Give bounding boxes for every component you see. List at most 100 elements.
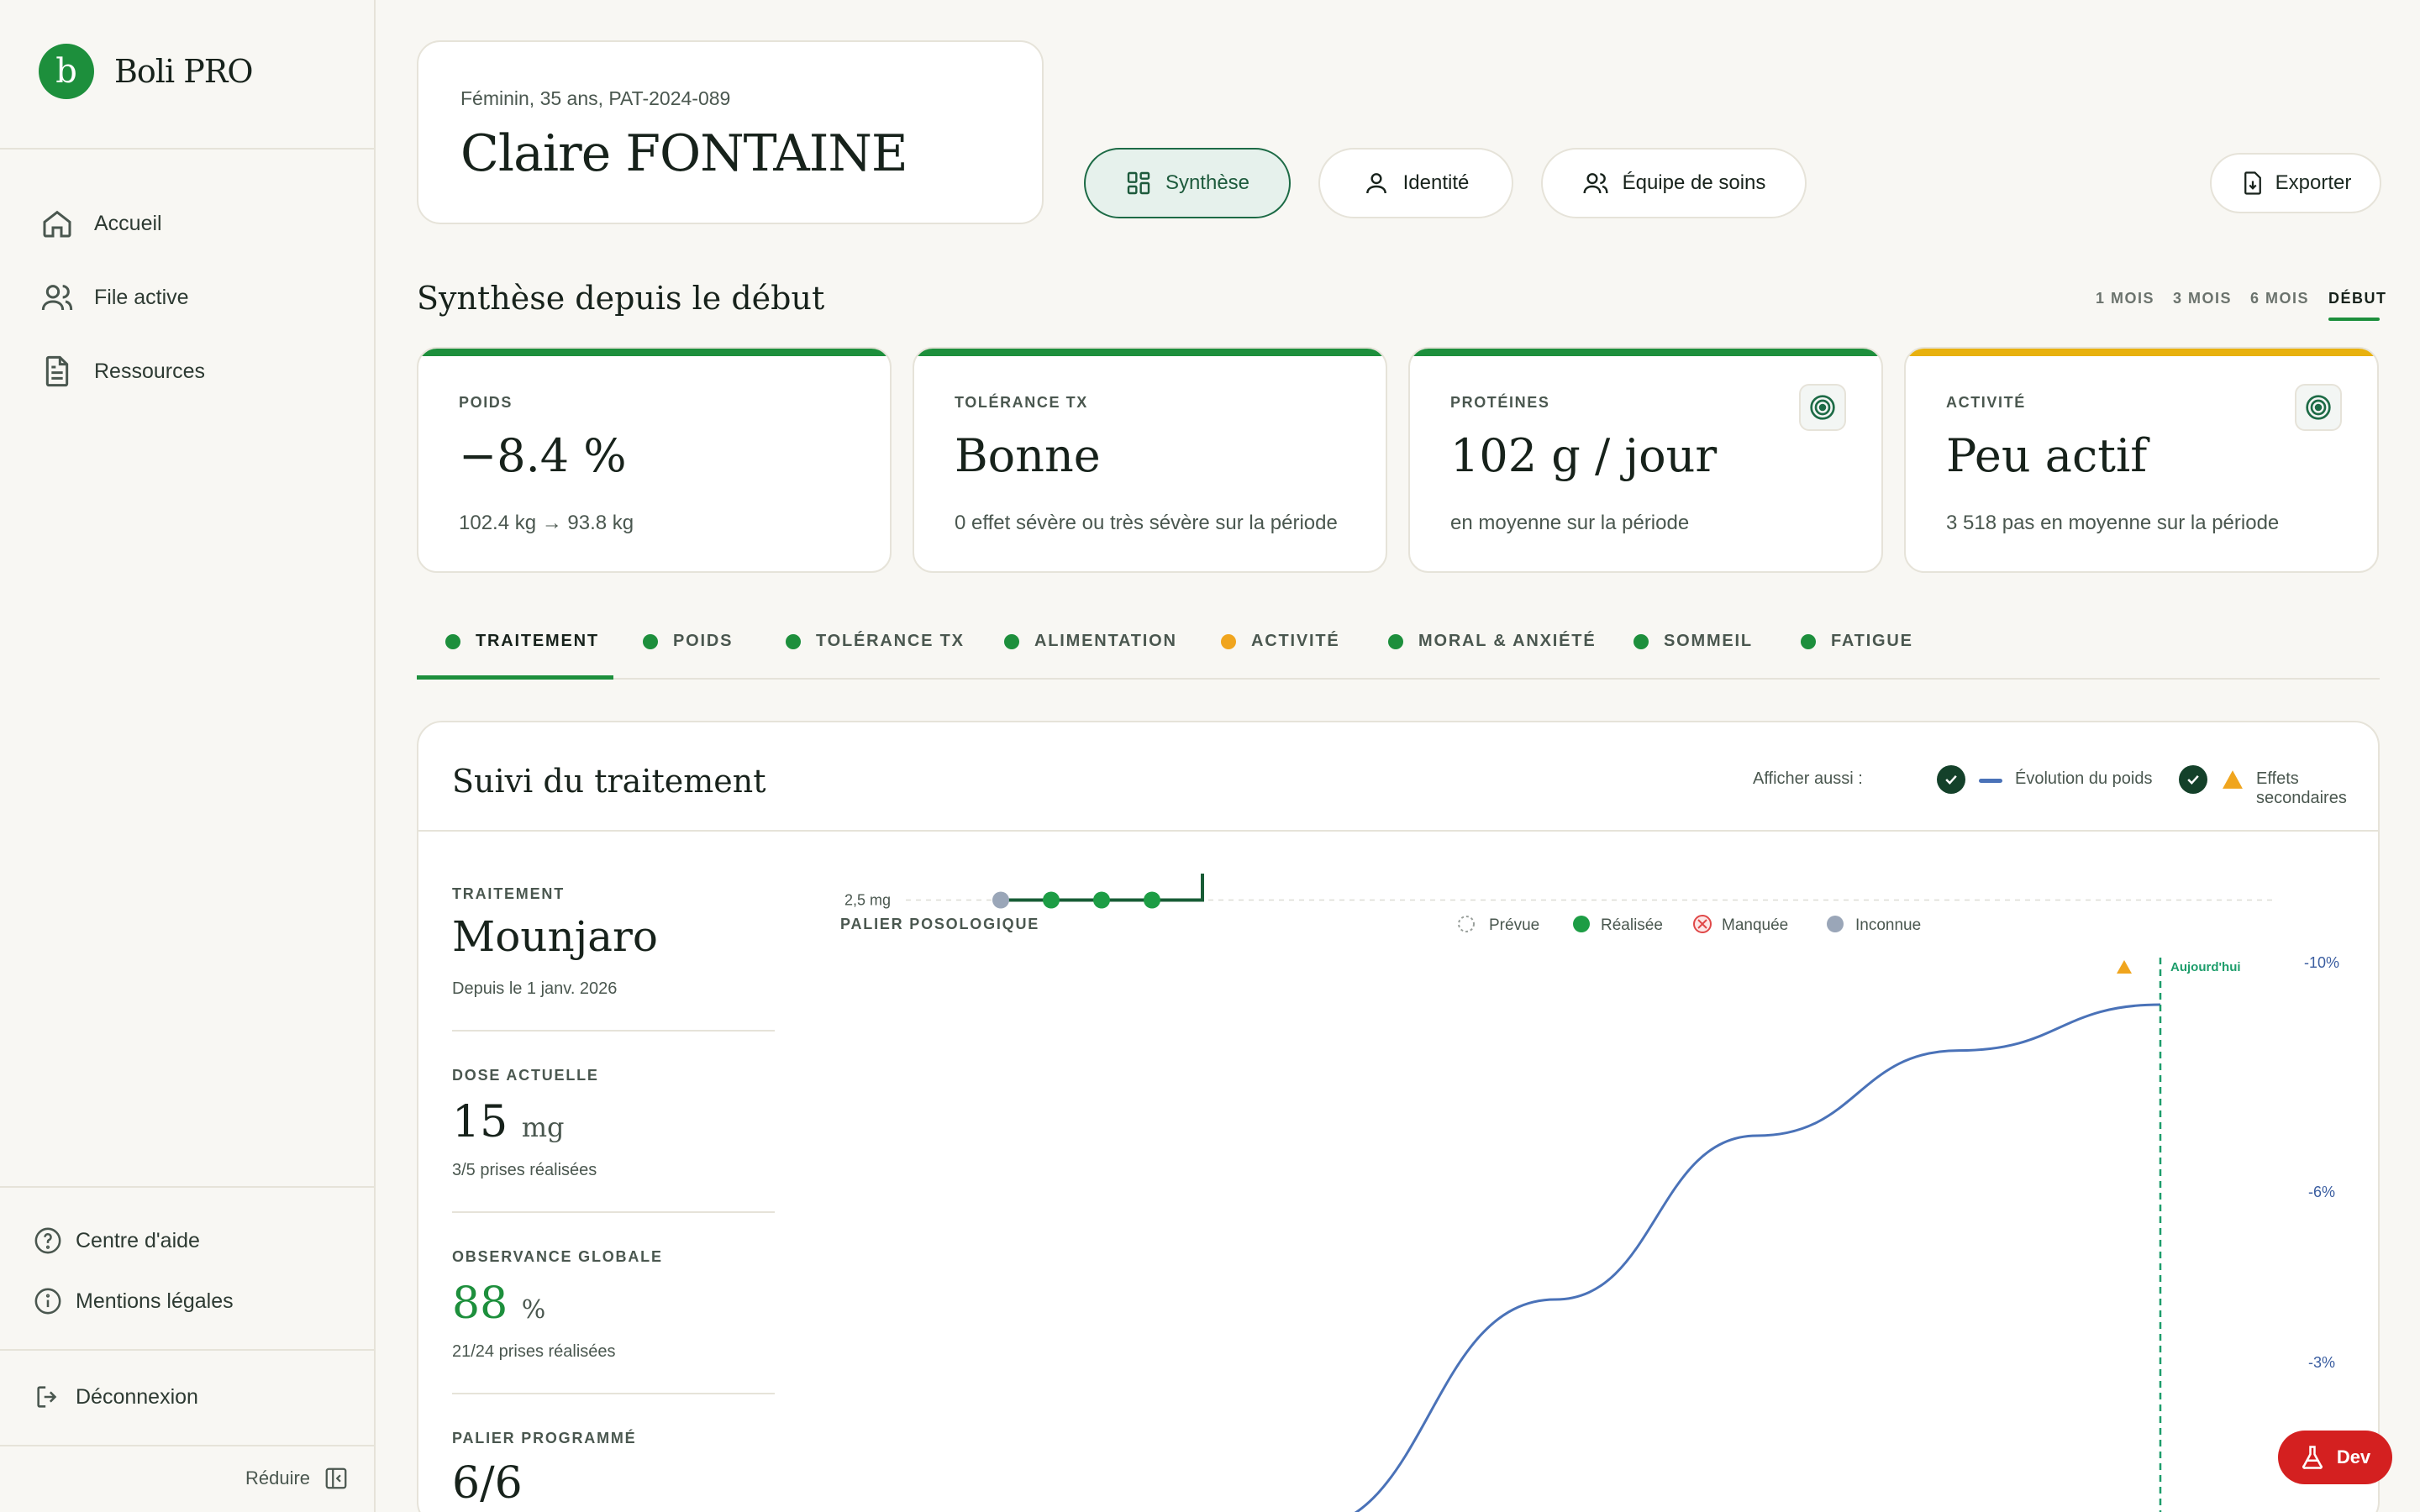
card-accent	[418, 349, 890, 356]
kpi-card-activite[interactable]: ACTIVITÉ Peu actif 3 518 pas en moyenne …	[1904, 347, 2379, 573]
adherence-label: OBSERVANCE GLOBALE	[452, 1248, 663, 1265]
help-center-link[interactable]: Centre d'aide	[34, 1226, 200, 1255]
tabs-divider	[417, 678, 2380, 680]
target-icon	[1810, 395, 1835, 420]
nav-item-accueil[interactable]: Accueil	[40, 207, 162, 240]
collapse-label: Réduire	[245, 1467, 311, 1488]
export-button[interactable]: Exporter	[2210, 153, 2381, 213]
tab-label: Équipe de soins	[1622, 171, 1766, 194]
category-tab-tolerance[interactable]: TOLÉRANCE TX	[786, 632, 965, 651]
toggle-weight-checkbox[interactable]	[1937, 765, 1965, 794]
period-6-mois[interactable]: 6 MOIS	[2250, 290, 2309, 307]
card-accent	[1906, 349, 2377, 356]
check-icon	[2187, 774, 2199, 785]
weight-line-swatch	[1979, 779, 2002, 783]
weight-axis-tick: -3%	[2308, 1354, 2335, 1371]
status-dot	[445, 633, 460, 649]
chart-title: PALIER POSOLOGIQUE	[840, 916, 1039, 932]
summary-title: Synthèse depuis le début	[417, 280, 825, 317]
card-label: TOLÉRANCE TX	[955, 394, 1088, 411]
category-tab-activite[interactable]: ACTIVITÉ	[1221, 632, 1340, 651]
weight-evolution-line	[1354, 1003, 2161, 1512]
nav-label: File active	[94, 285, 189, 309]
warning-icon	[2223, 770, 2243, 789]
kpi-card-proteines[interactable]: PROTÉINES 102 g / jour en moyenne sur la…	[1408, 347, 1883, 573]
show-also-label: Afficher aussi :	[1753, 769, 1863, 788]
user-icon	[1365, 173, 1386, 194]
legal-link[interactable]: Mentions légales	[34, 1287, 234, 1315]
today-label: Aujourd'hui	[2170, 960, 2241, 974]
flask-icon	[2302, 1446, 2323, 1469]
period-debut[interactable]: DÉBUT	[2328, 290, 2387, 307]
treatment-name: Mounjaro	[452, 912, 659, 961]
card-label: POIDS	[459, 394, 513, 411]
collapse-icon	[325, 1467, 347, 1489]
help-label: Centre d'aide	[76, 1228, 200, 1252]
target-icon	[2306, 395, 2331, 420]
side-effect-warning-icon	[2117, 960, 2132, 974]
weight-axis-tick: -6%	[2308, 1184, 2335, 1200]
collapse-sidebar-button[interactable]: Réduire	[245, 1466, 349, 1491]
export-icon	[2244, 171, 2261, 195]
dose-label: DOSE ACTUELLE	[452, 1067, 599, 1084]
treatment-since: Depuis le 1 janv. 2026	[452, 979, 618, 998]
info-icon	[34, 1288, 61, 1315]
card-sub: en moyenne sur la période	[1450, 512, 1690, 534]
category-label: SOMMEIL	[1664, 632, 1753, 650]
category-label: ALIMENTATION	[1034, 632, 1177, 650]
tab-synthese[interactable]: Synthèse	[1084, 148, 1291, 218]
goal-button[interactable]	[1799, 384, 1846, 431]
divider	[0, 148, 374, 150]
period-3-mois[interactable]: 3 MOIS	[2173, 290, 2232, 307]
card-sub: 102.4 kg → 93.8 kg	[459, 512, 634, 534]
help-icon	[34, 1227, 61, 1254]
logout-icon	[37, 1386, 57, 1408]
kpi-card-poids[interactable]: POIDS −8.4 % 102.4 kg → 93.8 kg	[417, 347, 892, 573]
status-dot	[1634, 633, 1649, 649]
category-label: TRAITEMENT	[476, 632, 599, 650]
toggle-effects-checkbox[interactable]	[2179, 765, 2207, 794]
nav-item-file-active[interactable]: File active	[40, 281, 189, 314]
divider	[452, 1393, 775, 1394]
dose-marker-done	[1144, 891, 1160, 909]
tab-label: Synthèse	[1165, 171, 1250, 194]
divider	[0, 1349, 374, 1351]
kpi-card-tolerance[interactable]: TOLÉRANCE TX Bonne 0 effet sévère ou trè…	[913, 347, 1387, 573]
category-tab-alimentation[interactable]: ALIMENTATION	[1004, 632, 1177, 651]
category-tab-moral[interactable]: MORAL & ANXIÉTÉ	[1388, 632, 1596, 651]
legend-planned-marker	[1458, 916, 1475, 932]
tab-active-indicator	[417, 675, 613, 680]
logo-mark: b	[39, 44, 94, 99]
card-value: 102 g / jour	[1450, 429, 1718, 482]
card-sub: 0 effet sévère ou très sévère sur la pér…	[955, 512, 1338, 534]
category-label: FATIGUE	[1831, 632, 1913, 650]
period-1-mois[interactable]: 1 MOIS	[2096, 290, 2154, 307]
legend-done-marker	[1573, 916, 1590, 932]
goal-button[interactable]	[2295, 384, 2342, 431]
legend-missed-label: Manquée	[1722, 916, 1788, 934]
card-accent	[1410, 349, 1881, 356]
category-tab-poids[interactable]: POIDS	[643, 632, 733, 651]
tab-equipe-de-soins[interactable]: Équipe de soins	[1541, 148, 1807, 218]
dose-marker-unknown	[992, 891, 1009, 909]
category-tab-sommeil[interactable]: SOMMEIL	[1634, 632, 1753, 651]
dosage-step-line	[1001, 874, 1204, 902]
logout-button[interactable]: Déconnexion	[34, 1383, 198, 1411]
dose-unit: mg	[521, 1111, 565, 1143]
tab-identite[interactable]: Identité	[1318, 148, 1513, 218]
adherence-value: 88	[452, 1278, 508, 1329]
logo[interactable]: b Boli PRO	[39, 44, 254, 99]
status-dot	[1801, 633, 1816, 649]
nav-item-ressources[interactable]: Ressources	[40, 354, 205, 388]
grid-icon	[1127, 171, 1150, 195]
dev-button[interactable]: Dev	[2278, 1431, 2392, 1484]
status-dot	[643, 633, 658, 649]
category-tab-fatigue[interactable]: FATIGUE	[1801, 632, 1913, 651]
category-label: ACTIVITÉ	[1251, 632, 1340, 650]
dose-sub: 3/5 prises réalisées	[452, 1161, 597, 1179]
card-value: Peu actif	[1946, 429, 2148, 482]
category-label: TOLÉRANCE TX	[816, 632, 965, 650]
card-value: Bonne	[955, 429, 1101, 482]
sidebar: b Boli PRO Accueil File active Ressource…	[0, 0, 376, 1512]
category-tab-traitement[interactable]: TRAITEMENT	[445, 632, 599, 651]
